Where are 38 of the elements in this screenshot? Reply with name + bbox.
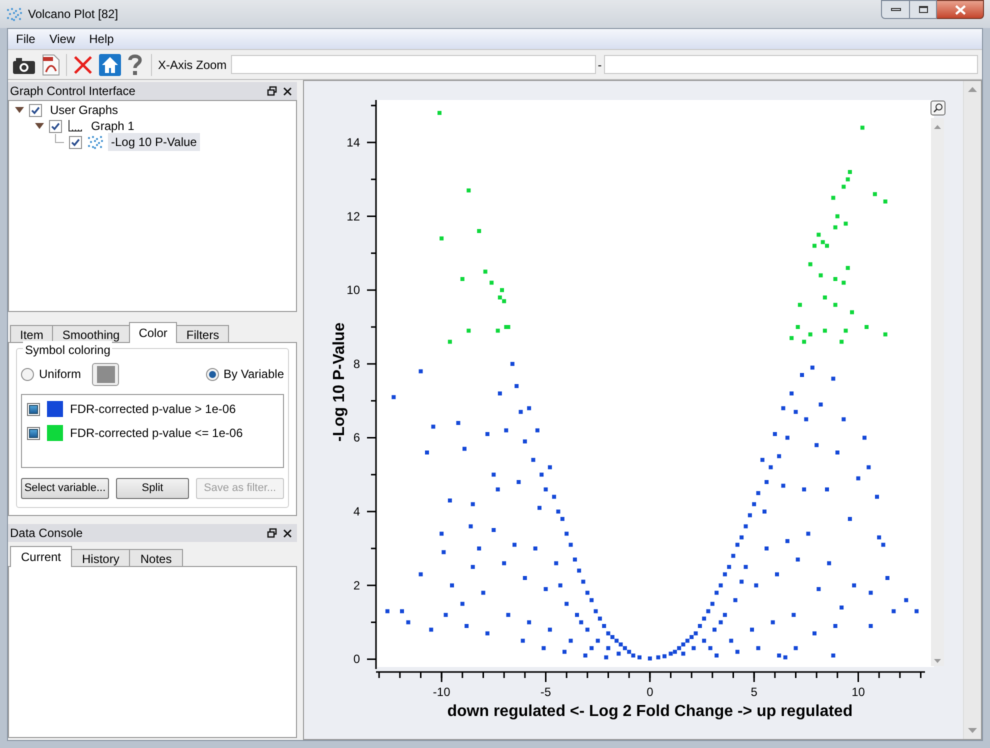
action-button[interactable]: Select variable...	[21, 478, 109, 499]
tab[interactable]: Color	[128, 322, 178, 343]
window-title: Volcano Plot [82]	[28, 6, 118, 23]
x-tick-label: 0	[646, 685, 654, 699]
radio-label: Uniform	[39, 366, 82, 383]
x-tick-label: 10	[852, 685, 865, 699]
category-label: FDR-corrected p-value > 1e-06	[70, 401, 236, 418]
x-tick-label: -5	[540, 685, 552, 699]
y-tick-label: 14	[346, 135, 360, 150]
menu-item[interactable]: View	[43, 30, 82, 48]
group-title: Symbol coloring	[23, 341, 112, 359]
menu-item[interactable]: Help	[83, 30, 120, 48]
range-separator: -	[598, 56, 602, 74]
tree-item[interactable]: Graph 1	[88, 117, 138, 135]
tree-item[interactable]: -Log 10 P-Value	[108, 133, 200, 151]
action-button[interactable]: Split	[116, 478, 189, 499]
y-tick-label: 8	[353, 356, 360, 371]
tab[interactable]: Current	[10, 546, 72, 567]
x-tick-label: 5	[750, 685, 758, 699]
zoom-label: X-Axis Zoom	[158, 56, 227, 74]
y-tick-label: 4	[353, 504, 360, 519]
y-axis-title: -Log 10 P-Value	[331, 322, 348, 442]
dock-title: Graph Control Interface	[10, 83, 136, 100]
tab[interactable]: History	[71, 549, 130, 567]
y-tick-label: 6	[353, 430, 360, 445]
y-tick-label: 12	[346, 209, 360, 224]
x-tick-label: -10	[432, 685, 450, 699]
tab[interactable]: Filters	[176, 325, 230, 343]
tree-item[interactable]: User Graphs	[47, 101, 122, 119]
category-label: FDR-corrected p-value <= 1e-06	[70, 425, 243, 442]
y-tick-label: 0	[353, 652, 360, 666]
x-axis-title: down regulated <- Log 2 Fold Change -> up regulated	[447, 703, 853, 720]
tab[interactable]: Notes	[129, 549, 183, 567]
dock-title: Data Console	[10, 525, 84, 542]
radio-label: By Variable	[224, 366, 284, 383]
menu-item[interactable]: File	[10, 30, 42, 48]
y-tick-label: 10	[346, 283, 360, 298]
y-tick-label: 2	[353, 578, 360, 592]
